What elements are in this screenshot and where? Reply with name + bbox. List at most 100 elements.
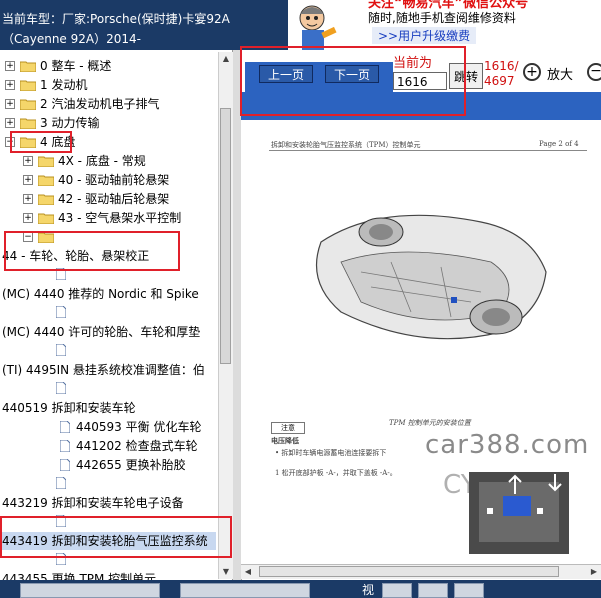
zoom-in-button[interactable]: 放大 <box>547 64 573 83</box>
doc-text-bullet: • 拆卸时车辆电源蓄电池连接要拆下 <box>275 449 387 457</box>
zoom-in-icon[interactable]: + <box>523 63 541 81</box>
toolbar-band <box>241 92 601 120</box>
doc-header-rule <box>269 150 587 151</box>
tree-item-44[interactable]: 44 - 车轮、轮胎、悬架校正 <box>2 247 222 265</box>
tree-item-label: 4 底盘 <box>40 135 76 149</box>
hscroll-thumb[interactable] <box>259 566 559 577</box>
view-double-button[interactable] <box>418 583 448 598</box>
folder-icon <box>38 194 54 205</box>
tree-item-2[interactable]: + 2 汽油发动机电子排气 <box>0 95 220 113</box>
document-hscrollbar[interactable]: ◀ ▶ <box>241 564 601 579</box>
document-icon <box>56 515 66 527</box>
expand-icon[interactable]: + <box>23 175 33 185</box>
tree-item-442655[interactable]: 442655 更换补胎胶 <box>0 456 220 474</box>
tree-item-ti-4495in[interactable]: (TI) 4495IN 悬挂系统校准调整值：伯 <box>2 361 222 379</box>
tree-item-label: 443419 拆卸和安装轮胎气压监控系统 <box>2 534 208 548</box>
expand-icon[interactable]: + <box>5 99 15 109</box>
bottom-bar: 视 <box>0 580 601 598</box>
document-icon <box>60 459 70 471</box>
tree-item-label: 42 - 驱动轴后轮悬架 <box>58 192 170 206</box>
expand-icon[interactable]: + <box>5 118 15 128</box>
figure-caption: TPM 控制单元的安装位置 <box>389 419 471 427</box>
vehicle-model-line2: （Cayenne 92A）2014- <box>2 32 141 46</box>
expand-icon[interactable]: + <box>23 194 33 204</box>
tree-item-label: 3 动力传输 <box>40 116 100 130</box>
promo-banner[interactable]: 关注“畅易汽车”微信公众号 随时,随地手机查阅维修资料 >>用户升级缴费 <box>288 0 601 50</box>
tree-item-0[interactable]: + 0 整车 - 概述 <box>0 57 220 75</box>
expand-icon[interactable]: + <box>23 156 33 166</box>
folder-icon <box>20 99 36 110</box>
tpm-unit-photo <box>469 472 569 554</box>
tree-item-441202[interactable]: 441202 检查盘式车轮 <box>0 437 220 455</box>
tree-item-label: 441202 检查盘式车轮 <box>76 439 198 453</box>
view-fit-button[interactable] <box>454 583 484 598</box>
tree-item-label: 40 - 驱动轴前轮悬架 <box>58 173 170 187</box>
document-icon <box>60 440 70 452</box>
document-icon <box>56 553 66 565</box>
tree-item-4[interactable]: − 4 底盘 <box>0 133 220 151</box>
tree-item-label: 4X - 底盘 - 常规 <box>58 154 146 168</box>
vehicle-underbody-illustration <box>315 214 547 340</box>
folder-icon <box>38 156 54 167</box>
doc-page-number: Page 2 of 4 <box>539 140 579 148</box>
folder-icon <box>20 118 36 129</box>
next-page-button[interactable]: 下一页 <box>325 65 379 83</box>
collapse-icon[interactable]: − <box>23 232 33 242</box>
vehicle-model-line1: 当前车型：厂家:Porsche(保时捷)卡宴92A <box>2 12 230 26</box>
prev-page-button[interactable]: 上一页 <box>259 65 313 83</box>
tree-item-443219[interactable]: 443219 拆卸和安装车轮电子设备 <box>2 494 222 512</box>
scroll-left-icon[interactable]: ◀ <box>241 565 255 579</box>
catalog-tree[interactable]: + 0 整车 - 概述 + 1 发动机 + 2 汽油发动机电子排气 + 3 动力… <box>0 50 233 580</box>
tree-item-42[interactable]: + 42 - 驱动轴后轮悬架 <box>0 190 220 208</box>
view-single-button[interactable] <box>382 583 412 598</box>
tree-item-label: 443219 拆卸和安装车轮电子设备 <box>2 496 184 510</box>
page-count: 1616/ 4697 <box>484 59 519 88</box>
tree-item-mc-4440-tyres[interactable]: (MC) 4440 许可的轮胎、车轮和厚垫 <box>2 323 222 341</box>
tree-item-43[interactable]: + 43 - 空气悬架水平控制 <box>0 209 220 227</box>
tree-item-label: (MC) 4440 推荐的 Nordic 和 Spike <box>2 287 199 301</box>
scroll-up-icon[interactable]: ▲ <box>219 52 233 66</box>
expand-icon[interactable]: + <box>5 80 15 90</box>
page-number-input[interactable]: 1616 <box>393 72 447 90</box>
scroll-thumb[interactable] <box>220 108 231 364</box>
expand-icon[interactable]: + <box>5 61 15 71</box>
tree-item-443455[interactable]: 443455 更换 TPM 控制单元 <box>2 570 222 580</box>
tree-item-40[interactable]: + 40 - 驱动轴前轮悬架 <box>0 171 220 189</box>
bottom-button-1[interactable] <box>20 583 160 598</box>
tree-item-label: (TI) 4495IN 悬挂系统校准调整值：伯 <box>2 363 205 377</box>
document-icon <box>56 477 66 489</box>
tree-item-label: 2 汽油发动机电子排气 <box>40 97 160 111</box>
zoom-out-icon[interactable]: − <box>587 63 601 81</box>
tree-item-label: 443455 更换 TPM 控制单元 <box>2 572 157 580</box>
vehicle-header: 当前车型：厂家:Porsche(保时捷)卡宴92A （Cayenne 92A）2… <box>0 0 288 50</box>
tree-item-440519[interactable]: 440519 拆卸和安装车轮 <box>2 399 222 417</box>
tree-scrollbar[interactable]: ▲ ▼ <box>218 52 233 579</box>
tree-item-443419-selected[interactable]: 443419 拆卸和安装轮胎气压监控系统 <box>2 532 216 550</box>
tree-item-3[interactable]: + 3 动力传输 <box>0 114 220 132</box>
warning-label: 注意 <box>271 422 305 434</box>
expand-icon[interactable]: + <box>23 213 33 223</box>
folder-open-icon <box>38 232 54 243</box>
document-icon <box>56 382 66 394</box>
tree-item-1[interactable]: + 1 发动机 <box>0 76 220 94</box>
tree-item-label: 44 - 车轮、轮胎、悬架校正 <box>2 249 150 263</box>
collapse-icon[interactable]: − <box>5 137 15 147</box>
tree-item-label: 442655 更换补胎胶 <box>76 458 186 472</box>
tree-item-440593[interactable]: 440593 平衡 优化车轮 <box>0 418 220 436</box>
document-icon <box>56 306 66 318</box>
view-label: 视 <box>362 583 375 597</box>
tree-item-44-folder[interactable]: − <box>0 228 220 246</box>
upgrade-link[interactable]: >>用户升级缴费 <box>372 27 477 44</box>
tree-item-label: 440519 拆卸和安装车轮 <box>2 401 136 415</box>
tree-item-4x[interactable]: + 4X - 底盘 - 常规 <box>0 152 220 170</box>
bottom-button-2[interactable] <box>180 583 310 598</box>
document-icon <box>56 268 66 280</box>
mobile-promo-text: 随时,随地手机查阅维修资料 <box>368 11 516 25</box>
go-to-page-button[interactable]: 跳转 <box>449 63 483 89</box>
scroll-down-icon[interactable]: ▼ <box>219 565 233 579</box>
document-viewer[interactable]: 拆卸和安装轮胎气压监控系统（TPM）控制单元 Page 2 of 4 TPM 控… <box>241 122 601 564</box>
document-icon <box>60 421 70 433</box>
tree-item-mc-4440-nordic[interactable]: (MC) 4440 推荐的 Nordic 和 Spike <box>2 285 222 303</box>
current-page-label: 当前为 <box>393 56 433 71</box>
scroll-right-icon[interactable]: ▶ <box>587 565 601 579</box>
